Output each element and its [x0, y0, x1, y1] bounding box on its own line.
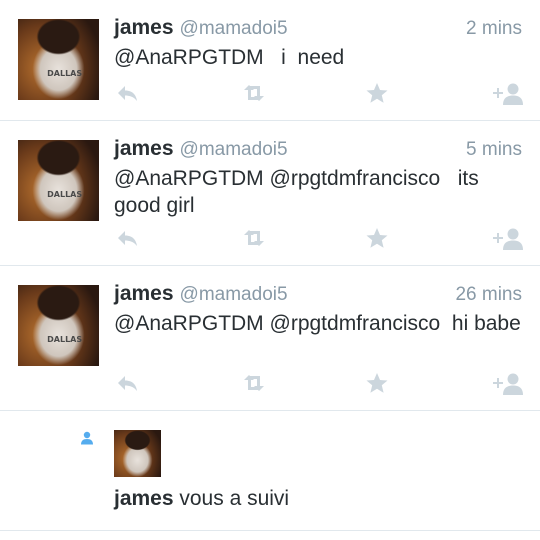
tweet[interactable]: DALLAS james @mamadoi5 2 mins @AnaRPGTDM … — [0, 0, 540, 121]
retweet-icon[interactable] — [240, 227, 266, 251]
follow-text: james vous a suivi — [114, 487, 289, 511]
reply-icon[interactable] — [116, 227, 142, 251]
author-name: james — [114, 282, 174, 305]
add-user-icon[interactable] — [490, 82, 524, 106]
tweet-timestamp: 5 mins — [466, 139, 522, 160]
reply-icon[interactable] — [116, 372, 142, 396]
retweet-icon[interactable] — [240, 82, 266, 106]
reply-icon[interactable] — [116, 82, 142, 106]
tweet-author[interactable]: james @mamadoi5 — [114, 16, 288, 40]
avatar[interactable]: DALLAS — [18, 285, 99, 366]
add-user-icon[interactable] — [490, 372, 524, 396]
jersey-text: DALLAS — [47, 335, 83, 345]
tweet-timestamp: 26 mins — [455, 284, 522, 305]
follow-action-text: vous a suivi — [173, 487, 290, 510]
tweet[interactable]: DALLAS james @mamadoi5 5 mins @AnaRPGTDM … — [0, 121, 540, 266]
tweet-actions — [114, 227, 524, 251]
tweet-text: @AnaRPGTDM i need — [114, 46, 345, 69]
retweet-icon[interactable] — [240, 372, 266, 396]
tweet[interactable]: DALLAS james @mamadoi5 26 mins @AnaRPGTDM… — [0, 266, 540, 411]
author-name: james — [114, 16, 174, 39]
tweet-author[interactable]: james @mamadoi5 — [114, 137, 288, 161]
author-name: james — [114, 137, 174, 160]
jersey-text: DALLAS — [47, 69, 83, 79]
avatar[interactable]: DALLAS — [18, 140, 99, 221]
author-handle: @mamadoi5 — [179, 284, 288, 305]
follower-name[interactable]: james — [114, 487, 174, 510]
tweet-text: @AnaRPGTDM @rpgtdmfrancisco hi babe — [114, 312, 521, 335]
tweet-timestamp: 2 mins — [466, 18, 522, 39]
follow-notification[interactable]: james vous a suivi — [0, 411, 540, 531]
tweet-author[interactable]: james @mamadoi5 — [114, 282, 288, 306]
person-icon — [80, 431, 94, 450]
tweet-actions — [114, 372, 524, 396]
star-icon[interactable] — [365, 227, 391, 251]
author-handle: @mamadoi5 — [179, 18, 288, 39]
star-icon[interactable] — [365, 82, 391, 106]
jersey-text: DALLAS — [47, 190, 83, 200]
avatar[interactable] — [114, 430, 161, 477]
tweet-actions — [114, 82, 524, 106]
author-handle: @mamadoi5 — [179, 139, 288, 160]
add-user-icon[interactable] — [490, 227, 524, 251]
star-icon[interactable] — [365, 372, 391, 396]
avatar[interactable]: DALLAS — [18, 19, 99, 100]
tweet-text: @AnaRPGTDM @rpgtdmfrancisco its good gir… — [114, 167, 485, 217]
